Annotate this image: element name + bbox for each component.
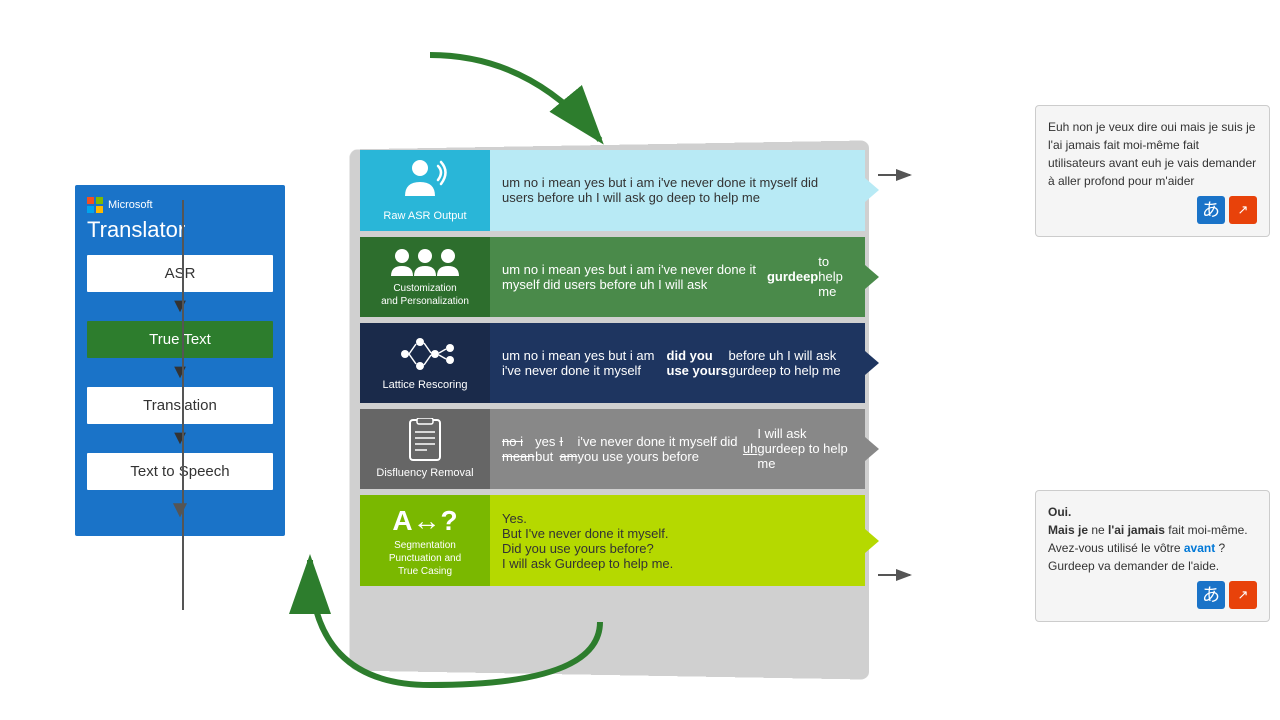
ms-brand-label: Microsoft: [108, 199, 153, 211]
arrow-down-1: ▼: [87, 295, 273, 318]
pipeline-tts[interactable]: Text to Speech: [87, 453, 273, 490]
translation-box-top: Euh non je veux dire oui mais je suis je…: [1035, 105, 1270, 237]
row-lattice: Lattice Rescoring um no i mean yes but i…: [360, 323, 865, 403]
ms-sq-green: [96, 197, 103, 204]
translation-bottom-text: Oui. Mais je ne l'ai jamais fait moi-mêm…: [1048, 503, 1257, 575]
segment-text: Yes. But I've never done it myself. Did …: [490, 495, 865, 586]
ms-sq-red: [87, 197, 94, 204]
translation-top-icons: あ ↗: [1048, 196, 1257, 224]
pipeline-asr[interactable]: ASR: [87, 255, 273, 292]
arrow-icon-bottom: ↗: [1229, 581, 1257, 609]
translate-icon-top: あ: [1197, 196, 1225, 224]
pipeline-translation[interactable]: Translation: [87, 387, 273, 424]
arrow-down-3: ▼: [87, 427, 273, 450]
lattice-text: um no i mean yes but i am i've never don…: [490, 323, 865, 403]
arrow-down-2: ▼: [87, 361, 273, 384]
custom-label: Customizationand Personalization: [381, 282, 469, 308]
disfluency-text: no i mean yes but I am i've never done i…: [490, 409, 865, 489]
disfluency-icon-symbol: [405, 418, 445, 466]
segment-icon-symbol: A↔?: [392, 503, 457, 539]
asr-label: Raw ASR Output: [383, 209, 466, 223]
translator-panel: Microsoft Translator ASR ▼ True Text ▼ T…: [75, 185, 285, 536]
translator-title: Translator: [87, 217, 273, 243]
ms-sq-blue: [87, 206, 94, 213]
ms-logo: Microsoft: [87, 197, 273, 213]
segment-icon-block: A↔? SegmentationPunctuation andTrue Casi…: [360, 495, 490, 586]
pipeline-rows: Raw ASR Output um no i mean yes but i am…: [360, 150, 865, 592]
pipeline-truetext[interactable]: True Text: [87, 321, 273, 358]
asr-icon-symbol: [400, 158, 450, 209]
disfluency-label: Disfluency Removal: [376, 466, 473, 480]
lattice-icon-block: Lattice Rescoring: [360, 323, 490, 403]
segment-label: SegmentationPunctuation andTrue Casing: [389, 539, 461, 578]
asr-icon-block: Raw ASR Output: [360, 150, 490, 231]
custom-icon-symbol: [390, 246, 460, 282]
lattice-icon-symbol: [395, 334, 455, 378]
disfluency-icon-block: Disfluency Removal: [360, 409, 490, 489]
row-asr: Raw ASR Output um no i mean yes but i am…: [360, 150, 865, 231]
translate-icon-bottom: あ: [1197, 581, 1225, 609]
arrow-icon-top: ↗: [1229, 196, 1257, 224]
row-custom: Customizationand Personalization um no i…: [360, 237, 865, 317]
arrow-down-large: ▼: [87, 496, 273, 524]
ms-squares-icon: [87, 197, 103, 213]
translation-box-bottom: Oui. Mais je ne l'ai jamais fait moi-mêm…: [1035, 490, 1270, 622]
custom-icon-block: Customizationand Personalization: [360, 237, 490, 317]
translation-bottom-icons: あ ↗: [1048, 581, 1257, 609]
row-disfluency: Disfluency Removal no i mean yes but I a…: [360, 409, 865, 489]
translation-top-text: Euh non je veux dire oui mais je suis je…: [1048, 120, 1256, 188]
custom-text: um no i mean yes but i am i've never don…: [490, 237, 865, 317]
lattice-label: Lattice Rescoring: [383, 378, 468, 392]
ms-sq-yellow: [96, 206, 103, 213]
row-segment: A↔? SegmentationPunctuation andTrue Casi…: [360, 495, 865, 586]
asr-text: um no i mean yes but i am i've never don…: [490, 150, 865, 231]
